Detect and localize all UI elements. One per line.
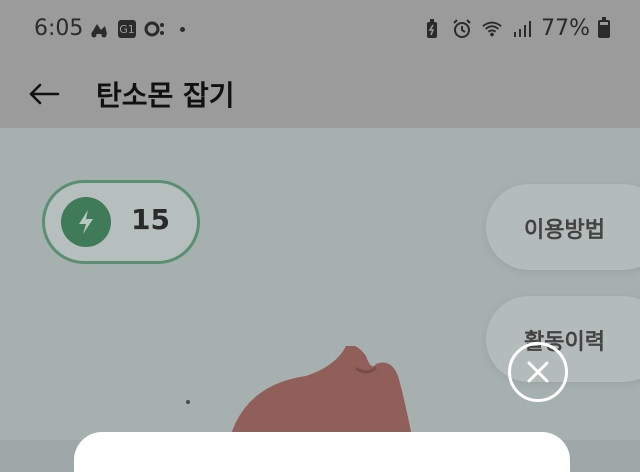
how-to-use-button[interactable]: 이용방법: [486, 184, 640, 270]
status-right: 77%: [421, 16, 610, 41]
app-bar: 탄소몬 잡기: [0, 62, 640, 128]
page-title: 탄소몬 잡기: [96, 79, 235, 112]
alarm-icon: [451, 18, 473, 40]
energy-count: 15: [131, 203, 170, 236]
app-o-icon: [144, 18, 166, 40]
bottom-sheet[interactable]: [74, 432, 570, 472]
close-button[interactable]: [508, 342, 568, 402]
app-g1-icon: G1: [118, 20, 136, 38]
status-bar: 6:05 G1 77%: [0, 0, 640, 62]
notification-dot: [180, 26, 185, 32]
camera-view: 15 이용방법 활동이력: [0, 128, 640, 472]
wifi-icon: [481, 18, 503, 40]
status-left-icons: G1: [88, 18, 185, 40]
back-arrow-icon: [29, 83, 60, 105]
how-to-use-label: 이용방법: [524, 218, 605, 243]
battery-icon: [598, 16, 610, 38]
signal-icon: [511, 18, 533, 40]
energy-counter[interactable]: 15: [42, 180, 200, 264]
back-button[interactable]: [26, 76, 62, 112]
close-icon: [527, 361, 549, 383]
status-time: 6:05: [34, 16, 84, 41]
battery-percent: 77%: [541, 16, 590, 41]
battery-saver-icon: [421, 18, 443, 40]
decoration-dot: [186, 400, 190, 404]
lightning-icon: [61, 197, 111, 247]
delivery-icon: [88, 18, 110, 40]
